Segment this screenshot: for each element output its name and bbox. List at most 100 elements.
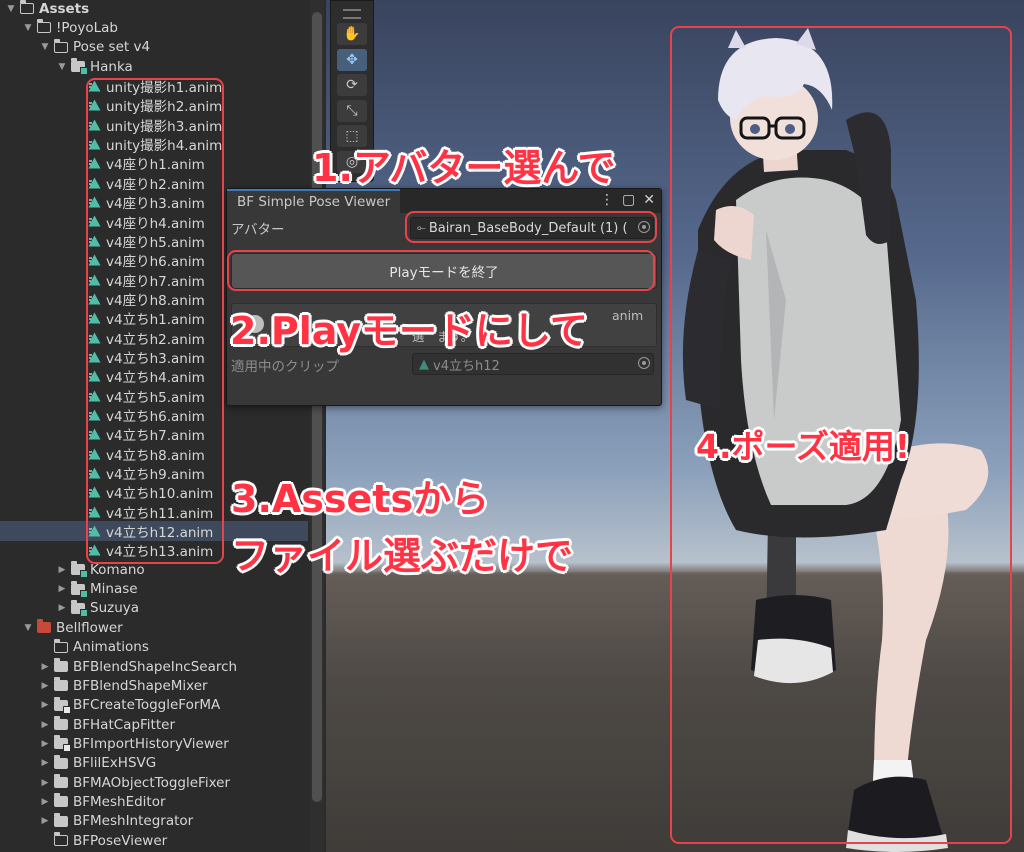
collapsed-arrow-icon[interactable]: ▶ bbox=[57, 584, 67, 594]
annotation-box-play-button bbox=[227, 250, 655, 291]
folder-icon bbox=[54, 774, 68, 789]
folder-icon bbox=[71, 599, 88, 617]
asset-label: BFCreateToggleForMA bbox=[73, 697, 221, 714]
tab-bf-simple-pose-viewer[interactable]: BF Simple Pose Viewer bbox=[227, 189, 401, 213]
folder-icon bbox=[54, 754, 68, 769]
asset-folder-item[interactable]: ▼ Hanka bbox=[0, 57, 308, 76]
asset-label: Minase bbox=[90, 581, 138, 598]
folder-icon bbox=[54, 658, 68, 673]
clip-picker-icon bbox=[638, 357, 650, 369]
asset-folder-item[interactable]: ▶ BFBlendShapeIncSearch bbox=[0, 657, 308, 676]
folder-icon bbox=[37, 619, 51, 634]
asset-folder-item[interactable]: ▼ Pose set v4 bbox=[0, 38, 308, 57]
annotation-box-avatar-field bbox=[405, 211, 657, 243]
annotation-box-anim-files bbox=[86, 78, 224, 564]
hand-icon[interactable]: ✋ bbox=[337, 23, 367, 45]
asset-folder-item[interactable]: ▶ BFImportHistoryViewer bbox=[0, 734, 308, 753]
collapsed-arrow-icon[interactable]: ▶ bbox=[40, 816, 50, 826]
asset-folder-item[interactable]: ▶ BFBlendShapeMixer bbox=[0, 676, 308, 695]
active-clip-label: 適用中のクリップ bbox=[231, 359, 339, 375]
expanded-arrow-icon[interactable]: ▼ bbox=[6, 4, 16, 14]
collapsed-arrow-icon[interactable]: ▶ bbox=[40, 662, 50, 672]
asset-folder-item[interactable]: ▶ BFCreateToggleForMA bbox=[0, 696, 308, 715]
asset-label: Komano bbox=[90, 561, 145, 578]
folder-icon bbox=[71, 580, 88, 598]
folder-open-icon bbox=[19, 0, 34, 15]
rotate-icon[interactable]: ⟳ bbox=[337, 74, 367, 96]
asset-folder-item[interactable]: ▶ BFMeshEditor bbox=[0, 792, 308, 811]
expanded-arrow-icon[interactable]: ▼ bbox=[23, 23, 33, 33]
asset-label: BFHatCapFitter bbox=[73, 716, 175, 733]
asset-folder-item[interactable]: ▶ BFMeshIntegrator bbox=[0, 812, 308, 831]
asset-folder-item[interactable]: ▶ BFMAObjectToggleFixer bbox=[0, 773, 308, 792]
asset-folder-item[interactable]: ▼ Bellflower bbox=[0, 618, 308, 637]
expanded-arrow-icon[interactable]: ▼ bbox=[57, 62, 67, 72]
animation-clip-icon: ▲ bbox=[419, 356, 429, 372]
asset-folder-item[interactable]: ▼ Assets bbox=[0, 0, 308, 18]
asset-folder-item[interactable]: Animations bbox=[0, 638, 308, 657]
folder-icon bbox=[71, 58, 88, 76]
help-text: anim bbox=[612, 308, 644, 323]
collapsed-arrow-icon[interactable]: ▶ bbox=[40, 797, 50, 807]
folder-open-icon bbox=[53, 38, 68, 53]
asset-label: BFBlendShapeIncSearch bbox=[73, 658, 238, 675]
folder-icon bbox=[54, 812, 68, 827]
asset-folder-item[interactable]: ▶ BFHatCapFitter bbox=[0, 715, 308, 734]
folder-open-icon bbox=[36, 19, 51, 34]
active-clip-field: ▲ v4立ちh12 bbox=[412, 353, 654, 375]
folder-open-icon bbox=[53, 638, 68, 653]
collapsed-arrow-icon[interactable]: ▶ bbox=[40, 778, 50, 788]
toolbar-grip-icon[interactable] bbox=[343, 9, 361, 19]
asset-folder-item[interactable]: BFPoseViewer bbox=[0, 831, 308, 850]
folder-icon bbox=[54, 696, 71, 714]
asset-folder-item[interactable]: ▶ BFlilExHSVG bbox=[0, 754, 308, 773]
project-scrollbar-thumb[interactable] bbox=[312, 12, 322, 802]
scale-icon[interactable]: ⤡ bbox=[337, 99, 367, 122]
collapsed-arrow-icon[interactable]: ▶ bbox=[40, 700, 50, 710]
annotation-step4: 4.ポーズ適用! bbox=[696, 427, 910, 466]
asset-folder-item[interactable]: ▼ !PoyoLab bbox=[0, 18, 308, 37]
asset-folder-item[interactable]: ▶ Suzuya bbox=[0, 599, 308, 618]
asset-label: Animations bbox=[73, 639, 149, 656]
annotation-step3-line1: 3.Assetsから bbox=[231, 477, 490, 521]
window-tab-bar: BF Simple Pose Viewer ⋮ ▢ ✕ bbox=[227, 189, 661, 213]
close-icon[interactable]: ✕ bbox=[643, 192, 655, 208]
more-options-icon[interactable]: ⋮ bbox=[600, 192, 614, 208]
asset-folder-item[interactable]: ▶ Minase bbox=[0, 580, 308, 599]
collapsed-arrow-icon[interactable]: ▶ bbox=[40, 720, 50, 730]
folder-icon bbox=[54, 793, 68, 808]
avatar-field-label: アバター bbox=[231, 222, 285, 238]
annotation-step3-line2: ファイル選ぶだけで bbox=[231, 534, 574, 578]
move-icon[interactable]: ✥ bbox=[337, 48, 367, 71]
collapsed-arrow-icon[interactable]: ▶ bbox=[57, 603, 67, 613]
asset-label: !PoyoLab bbox=[56, 19, 118, 36]
asset-label: Bellflower bbox=[56, 619, 123, 636]
collapsed-arrow-icon[interactable]: ▶ bbox=[40, 758, 50, 768]
collapsed-arrow-icon[interactable]: ▶ bbox=[40, 739, 50, 749]
folder-icon bbox=[54, 735, 71, 753]
folder-icon bbox=[71, 561, 88, 579]
collapsed-arrow-icon[interactable]: ▶ bbox=[57, 565, 67, 575]
expanded-arrow-icon[interactable]: ▼ bbox=[40, 42, 50, 52]
folder-icon bbox=[54, 677, 68, 692]
maximize-icon[interactable]: ▢ bbox=[622, 192, 635, 208]
annotation-step2: 2.Playモードにして bbox=[230, 309, 588, 353]
collapsed-arrow-icon[interactable]: ▶ bbox=[40, 681, 50, 691]
expanded-arrow-icon[interactable]: ▼ bbox=[23, 623, 33, 633]
